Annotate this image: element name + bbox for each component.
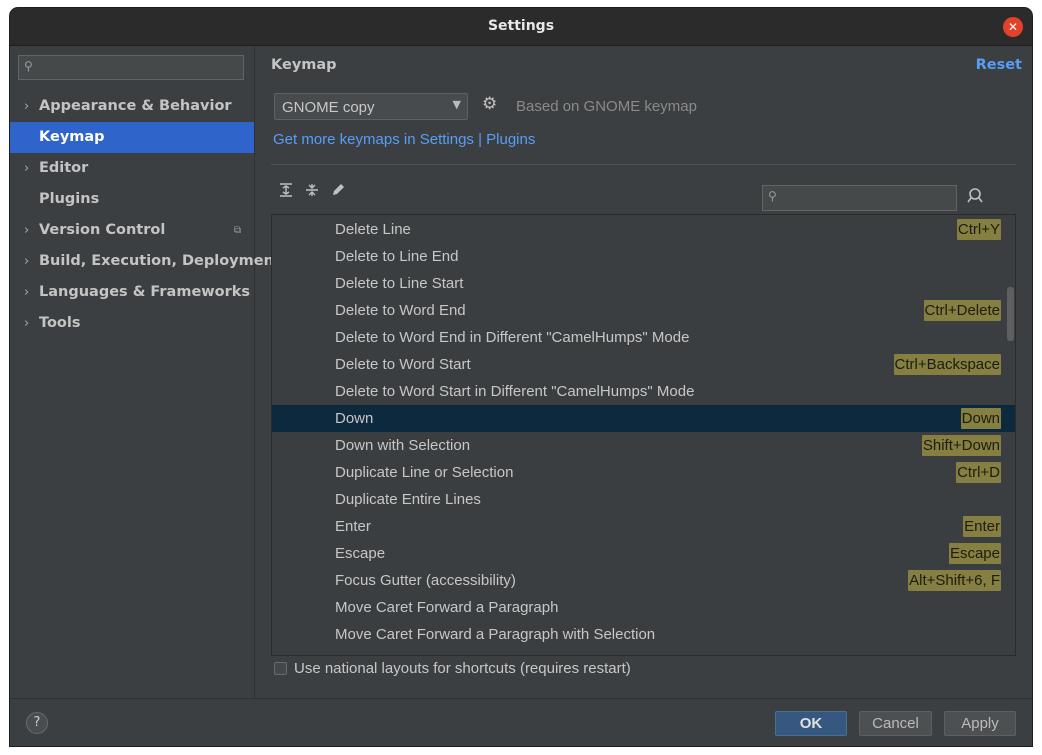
help-button[interactable]: ?: [26, 712, 48, 734]
keymap-panel: Keymap Reset GNOME copy ▼ ⚙ Based on GNO…: [255, 46, 1032, 698]
sidebar-item-label: Keymap: [39, 129, 105, 145]
shortcut-badge: Ctrl+Backspace: [893, 354, 1001, 375]
shortcut-badge: Shift+Down: [921, 435, 1001, 456]
sidebar-item-label: Appearance & Behavior: [39, 98, 232, 114]
national-layouts-checkbox[interactable]: [274, 662, 287, 675]
chevron-right-icon[interactable]: ›: [24, 308, 29, 339]
sidebar-item-keymap[interactable]: Keymap: [10, 122, 254, 153]
action-search-input[interactable]: [785, 189, 957, 210]
table-row[interactable]: Focus Gutter (accessibility) Alt+Shift+6,…: [272, 567, 1015, 594]
sidebar-item-plugins[interactable]: Plugins: [10, 184, 254, 215]
sidebar-item-label: Languages & Frameworks: [39, 284, 251, 300]
table-row[interactable]: Delete to Word Start Ctrl+Backspace: [272, 351, 1015, 378]
sidebar-item-editor[interactable]: › Editor: [10, 153, 254, 184]
find-by-shortcut-icon[interactable]: [966, 187, 984, 207]
table-row[interactable]: Delete to Word End Ctrl+Delete: [272, 297, 1015, 324]
scrollbar[interactable]: [1007, 287, 1014, 341]
table-row[interactable]: Delete to Line Start: [272, 270, 1015, 297]
action-name: Delete to Word Start: [335, 356, 471, 373]
sidebar-search-input[interactable]: [41, 58, 243, 79]
settings-window: Settings ✕ ⚲ › Appearance & Behavior Keyma…: [10, 8, 1032, 746]
national-layouts-label: Use national layouts for shortcuts (requ…: [294, 660, 631, 677]
chevron-right-icon[interactable]: ›: [24, 246, 29, 277]
reset-link[interactable]: Reset: [976, 57, 1022, 73]
table-row[interactable]: Duplicate Entire Lines: [272, 486, 1015, 513]
shortcut-badge: Ctrl+D: [956, 462, 1001, 483]
action-name: Delete to Word End: [335, 302, 466, 319]
action-name: Escape: [335, 545, 386, 562]
sidebar-search[interactable]: ⚲: [18, 55, 244, 80]
chevron-right-icon[interactable]: ›: [24, 153, 29, 184]
keymap-dropdown[interactable]: GNOME copy ▼: [274, 93, 468, 120]
sidebar-item-build-execution-deployment[interactable]: › Build, Execution, Deployment: [10, 246, 281, 277]
window-title: Settings: [487, 18, 555, 34]
table-row[interactable]: Move Caret Forward a Paragraph with Sele…: [272, 621, 1015, 648]
dialog-footer: ? OK Cancel Apply: [10, 698, 1032, 746]
shortcut-badge: Enter: [963, 516, 1001, 537]
table-row[interactable]: Down Down: [272, 405, 1015, 432]
title-bar: Settings ✕: [10, 8, 1032, 46]
table-row[interactable]: Delete to Word End in Different "CamelHu…: [272, 324, 1015, 351]
search-icon: ⚲: [768, 189, 777, 203]
sidebar-item-label: Editor: [39, 160, 89, 176]
keymap-dropdown-value: GNOME copy: [282, 99, 375, 116]
action-name: Down: [335, 410, 374, 427]
table-row[interactable]: Delete to Word Start in Different "Camel…: [272, 378, 1015, 405]
shortcut-badge: Ctrl+Y: [956, 219, 1001, 240]
sidebar-item-tools[interactable]: › Tools: [10, 308, 254, 339]
action-name: Delete Line: [335, 221, 411, 238]
table-row[interactable]: Escape Escape: [272, 540, 1015, 567]
table-row[interactable]: Move Caret Forward a Paragraph: [272, 594, 1015, 621]
based-on-label: Based on GNOME keymap: [516, 98, 697, 115]
table-row[interactable]: Delete Line Ctrl+Y: [272, 216, 1015, 243]
shortcut-badge: Alt+Shift+6, F: [908, 570, 1001, 591]
more-keymaps-link[interactable]: Get more keymaps in Settings | Plugins: [273, 131, 535, 148]
sidebar-item-version-control[interactable]: › Version Control ⧉: [10, 215, 254, 246]
sidebar-item-label: Plugins: [39, 191, 100, 207]
chevron-right-icon[interactable]: ›: [24, 215, 29, 246]
sidebar-item-label: Tools: [39, 315, 81, 331]
table-row[interactable]: Enter Enter: [272, 513, 1015, 540]
expand-all-icon[interactable]: [277, 182, 295, 200]
sidebar-item-appearance-behavior[interactable]: › Appearance & Behavior: [10, 91, 254, 122]
shortcut-badge: Escape: [948, 543, 1001, 564]
collapse-all-icon[interactable]: [303, 182, 321, 200]
shortcut-badge: Ctrl+Delete: [923, 300, 1001, 321]
shortcut-badge: Down: [960, 408, 1001, 429]
action-name: Move Caret Forward a Paragraph with Sele…: [335, 626, 656, 643]
chevron-down-icon: ▼: [452, 98, 461, 111]
table-row[interactable]: Down with Selection Shift+Down: [272, 432, 1015, 459]
action-search[interactable]: ⚲: [762, 185, 957, 211]
search-icon: ⚲: [24, 59, 33, 73]
action-name: Focus Gutter (accessibility): [335, 572, 516, 589]
action-name: Move Caret Forward a Paragraph: [335, 599, 559, 616]
cancel-button[interactable]: Cancel: [859, 711, 932, 736]
sidebar-item-label: Version Control: [39, 222, 166, 238]
action-name: Enter: [335, 518, 371, 535]
sidebar: ⚲ › Appearance & Behavior Keymap › Editor Plu…: [10, 46, 281, 698]
table-row[interactable]: Delete to Line End: [272, 243, 1015, 270]
page-title: Keymap: [271, 57, 337, 73]
chevron-right-icon[interactable]: ›: [24, 277, 29, 308]
action-name: Delete to Word Start in Different "Camel…: [335, 383, 695, 400]
close-icon[interactable]: ✕: [1003, 17, 1023, 37]
action-name: Duplicate Entire Lines: [335, 491, 481, 508]
action-name: Duplicate Line or Selection: [335, 464, 514, 481]
sidebar-item-label: Build, Execution, Deployment: [39, 253, 281, 269]
action-name: Delete to Line End: [335, 248, 459, 265]
edit-icon[interactable]: [329, 182, 347, 200]
keymap-action-list[interactable]: Delete Line Ctrl+Y Delete to Line End Delet…: [271, 214, 1016, 656]
project-level-icon: ⧉: [234, 225, 242, 236]
action-name: Delete to Word End in Different "CamelHu…: [335, 329, 690, 346]
ok-button[interactable]: OK: [775, 711, 847, 736]
action-name: Down with Selection: [335, 437, 471, 454]
chevron-right-icon[interactable]: ›: [24, 91, 29, 122]
sidebar-item-languages-frameworks[interactable]: › Languages & Frameworks: [10, 277, 254, 308]
action-name: Delete to Line Start: [335, 275, 464, 292]
apply-button[interactable]: Apply: [944, 711, 1016, 736]
table-row[interactable]: Duplicate Line or Selection Ctrl+D: [272, 459, 1015, 486]
divider: [271, 164, 1016, 165]
gear-icon[interactable]: ⚙: [482, 94, 497, 114]
